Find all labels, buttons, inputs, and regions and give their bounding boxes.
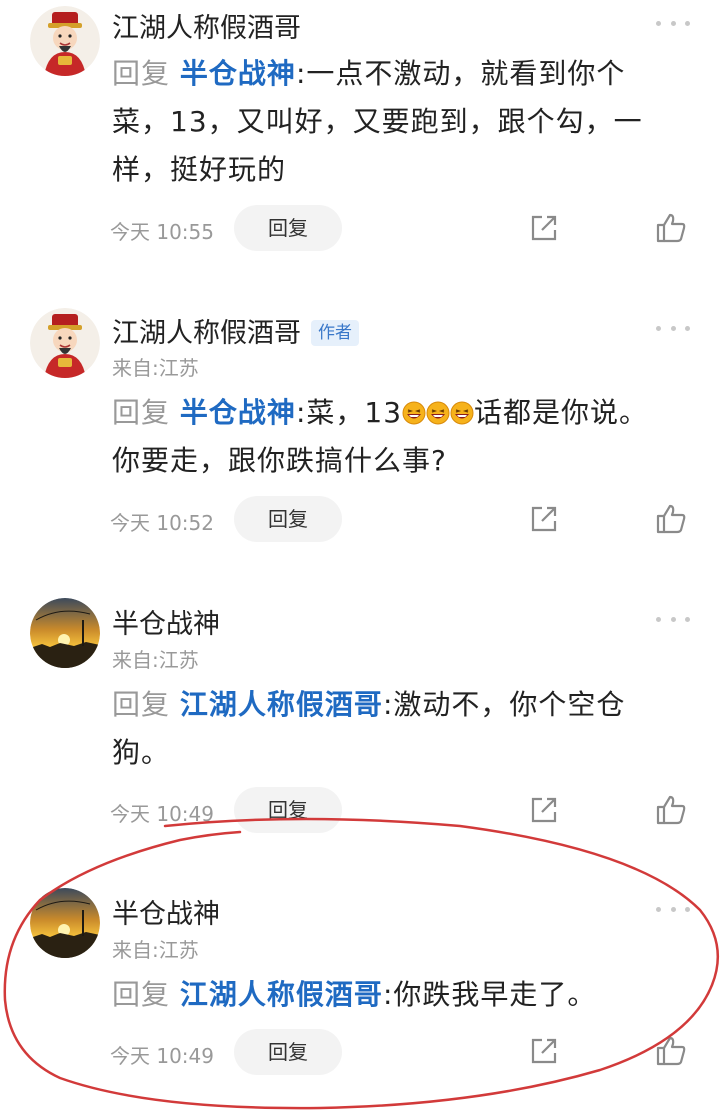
reply-button[interactable]: 回复	[234, 496, 342, 542]
laughing-emoji-icon	[426, 401, 450, 425]
author-badge: 作者	[311, 320, 359, 346]
avatar[interactable]	[30, 598, 100, 668]
comment-text: 菜，13	[306, 396, 403, 429]
mention-link[interactable]: 半仓战神	[180, 396, 296, 429]
reply-button[interactable]: 回复	[234, 1029, 342, 1075]
username-text[interactable]: 半仓战神	[112, 899, 220, 930]
username[interactable]: 江湖人称假酒哥	[112, 6, 301, 45]
more-dots-icon[interactable]	[656, 18, 690, 28]
timestamp: 今天 10:49	[110, 802, 214, 826]
thumbs-up-icon[interactable]	[654, 1034, 688, 1068]
location-text: 来自:江苏	[112, 648, 199, 672]
comment-list: 江湖人称假酒哥 回复 半仓战神:一点不激动，就看到你个菜，13，又叫好，又要跑到…	[0, 0, 720, 1118]
more-dots-icon[interactable]	[656, 323, 690, 333]
username-text[interactable]: 江湖人称假酒哥	[112, 13, 301, 44]
username[interactable]: 江湖人称假酒哥 作者	[112, 311, 359, 350]
location-text: 来自:江苏	[112, 356, 199, 380]
mention-link[interactable]: 江湖人称假酒哥	[180, 688, 383, 721]
timestamp: 今天 10:49	[110, 1044, 214, 1068]
thumbs-up-icon[interactable]	[654, 793, 688, 827]
reply-button[interactable]: 回复	[234, 205, 342, 251]
comment-body: 回复 江湖人称假酒哥:你跌我早走了。	[112, 971, 672, 1019]
sunset-avatar-icon	[30, 598, 100, 668]
avatar[interactable]	[30, 888, 100, 958]
share-icon[interactable]	[528, 212, 560, 244]
reply-prefix: 回复	[112, 688, 171, 721]
colon: :	[295, 57, 307, 90]
reply-prefix: 回复	[112, 978, 171, 1011]
comment-body: 回复 江湖人称假酒哥:激动不，你个空仓狗。	[112, 681, 672, 777]
comment-body: 回复 半仓战神:一点不激动，就看到你个菜，13，又叫好，又要跑到，跟个勾，一样，…	[112, 50, 672, 194]
more-dots-icon[interactable]	[656, 614, 690, 624]
avatar[interactable]	[30, 308, 100, 378]
thumbs-up-icon[interactable]	[654, 211, 688, 245]
colon: :	[295, 396, 307, 429]
reply-prefix: 回复	[112, 57, 171, 90]
laughing-emoji-icon	[402, 401, 426, 425]
share-icon[interactable]	[528, 1035, 560, 1067]
laughing-emoji-icon	[450, 401, 474, 425]
reply-button[interactable]: 回复	[234, 787, 342, 833]
username[interactable]: 半仓战神	[112, 892, 220, 931]
more-dots-icon[interactable]	[656, 904, 690, 914]
comment-body: 回复 半仓战神:菜，13 话都是你说。你要走，跟你跌搞什么事?	[112, 389, 672, 485]
timestamp: 今天 10:55	[110, 220, 214, 244]
avatar[interactable]	[30, 6, 100, 76]
share-icon[interactable]	[528, 794, 560, 826]
caishen-avatar-icon	[30, 308, 100, 378]
comment-text: 你跌我早走了。	[393, 978, 597, 1011]
mention-link[interactable]: 江湖人称假酒哥	[180, 978, 383, 1011]
colon: :	[382, 978, 394, 1011]
sunset-avatar-icon	[30, 888, 100, 958]
thumbs-up-icon[interactable]	[654, 502, 688, 536]
username[interactable]: 半仓战神	[112, 602, 220, 641]
reply-prefix: 回复	[112, 396, 171, 429]
colon: :	[382, 688, 394, 721]
mention-link[interactable]: 半仓战神	[180, 57, 296, 90]
timestamp: 今天 10:52	[110, 511, 214, 535]
username-text[interactable]: 江湖人称假酒哥	[112, 318, 301, 349]
caishen-avatar-icon	[30, 6, 100, 76]
share-icon[interactable]	[528, 503, 560, 535]
username-text[interactable]: 半仓战神	[112, 609, 220, 640]
location-text: 来自:江苏	[112, 938, 199, 962]
